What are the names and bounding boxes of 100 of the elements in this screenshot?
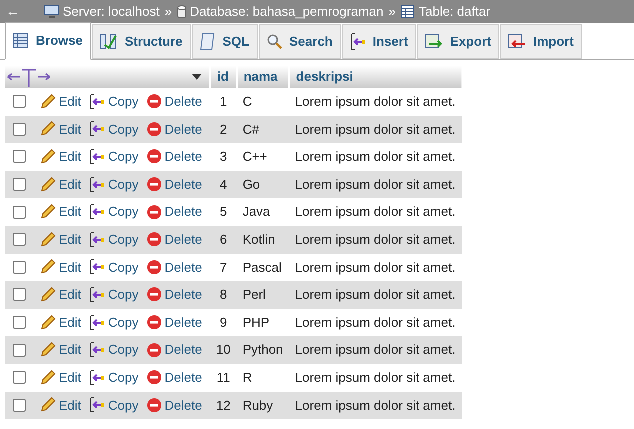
edit-link[interactable]: Edit (59, 396, 82, 416)
tab[interactable]: SQL (192, 24, 258, 59)
copy-link[interactable]: Copy (108, 92, 139, 112)
insert-icon (350, 32, 366, 50)
delete-link[interactable]: Delete (164, 202, 202, 222)
edit-link[interactable]: Edit (59, 312, 82, 332)
row-checkbox[interactable] (13, 122, 26, 136)
delete-link[interactable]: Delete (164, 340, 202, 360)
pencil-icon (40, 94, 56, 110)
delete-link[interactable]: Delete (164, 396, 202, 416)
copy-link[interactable]: Copy (108, 230, 139, 250)
copy-link[interactable]: Copy (108, 120, 139, 140)
copy-link[interactable]: Copy (108, 147, 139, 167)
table-cell: Lorem ipsum dolor sit amet. (289, 254, 462, 282)
copy-link[interactable]: Copy (108, 340, 139, 360)
row-checkbox[interactable] (13, 178, 26, 192)
delete-link[interactable]: Delete (164, 120, 202, 140)
import-icon (508, 34, 526, 50)
delete-icon (146, 370, 162, 386)
table-cell: Lorem ipsum dolor sit amet. (289, 116, 462, 144)
tab[interactable]: Export (417, 24, 500, 59)
edit-link[interactable]: Edit (59, 258, 82, 278)
insert-icon (89, 204, 106, 220)
table-cell: Lorem ipsum dolor sit amet. (289, 336, 462, 364)
edit-link[interactable]: Edit (59, 92, 82, 112)
tab[interactable]: Structure (92, 24, 191, 59)
tab[interactable]: Browse (5, 22, 91, 60)
tab[interactable]: Import (500, 24, 582, 59)
edit-link[interactable]: Edit (59, 147, 82, 167)
table-cell: C (236, 88, 290, 116)
copy-link[interactable]: Copy (108, 174, 139, 194)
breadcrumb-link[interactable]: Server: localhost (63, 2, 160, 22)
delete-icon (146, 122, 162, 137)
pencil-icon (40, 121, 56, 138)
delete-link[interactable]: Delete (164, 147, 202, 167)
tab[interactable]: Search (258, 24, 341, 59)
edit-link[interactable]: Edit (59, 202, 82, 222)
copy-link[interactable]: Copy (108, 396, 139, 416)
row-checkbox[interactable] (13, 344, 26, 357)
delete-icon (146, 177, 162, 192)
table-cell: Lorem ipsum dolor sit amet. (289, 308, 462, 336)
copy-link[interactable]: Copy (108, 258, 139, 278)
row-checkbox[interactable] (13, 316, 26, 330)
insert-icon (89, 370, 106, 386)
delete-link[interactable]: Delete (164, 368, 202, 388)
copy-link[interactable]: Copy (108, 368, 139, 388)
table-cell: 8 (210, 281, 237, 309)
edit-link[interactable]: Edit (59, 285, 82, 305)
pencil-icon (40, 232, 56, 248)
copy-link[interactable]: Copy (108, 285, 139, 305)
table-cell: 6 (210, 226, 237, 254)
delete-link[interactable]: Delete (164, 258, 202, 278)
row-checkbox[interactable] (13, 398, 26, 412)
edit-link[interactable]: Edit (59, 230, 82, 250)
copy-link[interactable]: Copy (108, 312, 139, 332)
pencil-icon (40, 176, 56, 193)
edit-link[interactable]: Edit (59, 340, 82, 360)
insert-icon (89, 259, 106, 276)
breadcrumb-link[interactable]: Database: bahasa_pemrograman (190, 2, 384, 22)
table-cell: 1 (210, 88, 237, 116)
delete-link[interactable]: Delete (164, 92, 202, 112)
pencil-icon (40, 397, 56, 414)
row-checkbox[interactable] (13, 288, 26, 302)
row-checkbox[interactable] (13, 150, 26, 164)
breadcrumb-separator: » (164, 2, 174, 21)
insert-icon (89, 121, 106, 138)
delete-icon (146, 94, 162, 110)
delete-link[interactable]: Delete (164, 285, 202, 305)
dropdown-caret-icon[interactable] (191, 73, 204, 81)
table-cell: Ruby (236, 392, 290, 420)
delete-link[interactable]: Delete (164, 312, 202, 332)
insert-icon (89, 176, 106, 193)
row-checkbox[interactable] (13, 233, 26, 246)
delete-link[interactable]: Delete (164, 174, 202, 194)
column-resize-icon[interactable] (5, 67, 53, 87)
tab[interactable]: Insert (342, 24, 416, 59)
database-icon (177, 4, 188, 18)
export-icon (425, 34, 444, 50)
table-cell: Lorem ipsum dolor sit amet. (289, 392, 462, 420)
edit-link[interactable]: Edit (59, 174, 82, 194)
row-checkbox[interactable] (13, 260, 26, 274)
row-checkbox[interactable] (13, 206, 26, 219)
row-checkbox[interactable] (13, 95, 26, 108)
copy-link[interactable]: Copy (108, 202, 139, 222)
row-checkbox[interactable] (13, 371, 26, 384)
insert-icon (89, 94, 106, 110)
search-icon (266, 34, 282, 50)
delete-icon (146, 342, 162, 358)
delete-link[interactable]: Delete (164, 230, 202, 250)
edit-link[interactable]: Edit (59, 120, 82, 140)
grid-icon (13, 33, 29, 49)
scroll-icon (200, 32, 216, 50)
edit-link[interactable]: Edit (59, 368, 82, 388)
pencil-icon (40, 286, 56, 303)
table-cell: Python (236, 336, 290, 364)
table-cell: C# (236, 116, 290, 144)
pencil-icon (40, 148, 56, 165)
table-cell: Lorem ipsum dolor sit amet. (289, 198, 462, 226)
table-cell: C++ (236, 143, 290, 171)
breadcrumb-link[interactable]: Table: daftar (418, 2, 491, 22)
